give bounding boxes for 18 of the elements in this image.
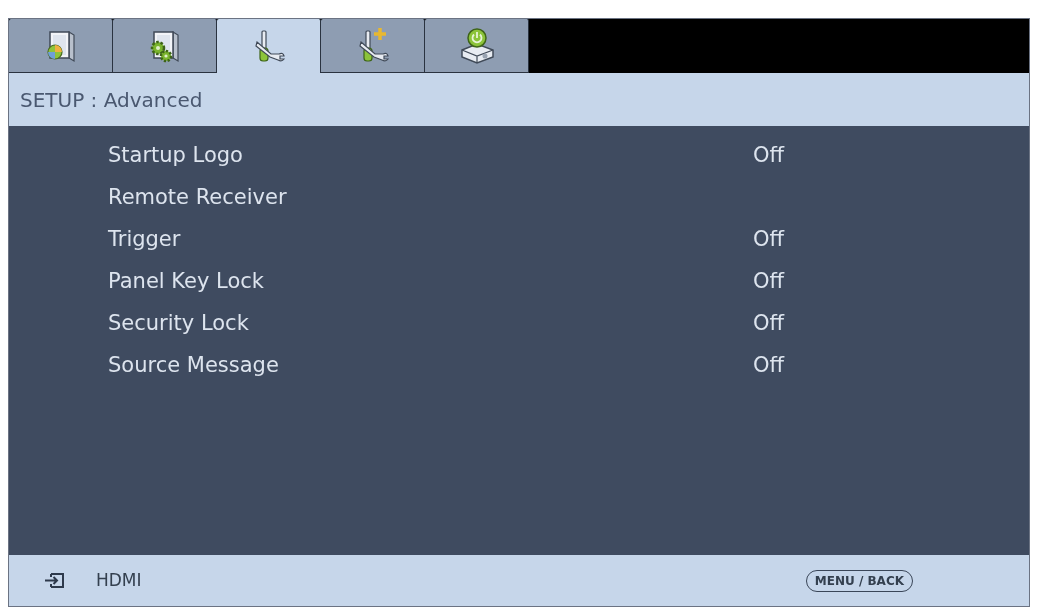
menu-tab[interactable]: [113, 19, 217, 73]
menu-title: SETUP : Advanced: [20, 86, 203, 114]
input-source-icon: [45, 573, 64, 588]
setting-label: Remote Receiver: [108, 184, 288, 212]
setting-value: Off: [753, 226, 784, 254]
setting-label: Trigger: [108, 226, 182, 254]
setting-label: Panel Key Lock: [108, 268, 265, 296]
setting-value: Off: [753, 142, 784, 170]
input-source-label: HDMI: [96, 568, 142, 592]
menu-tab[interactable]: [321, 19, 425, 73]
setting-value: Off: [753, 310, 784, 338]
setting-label: Source Message: [108, 352, 280, 380]
setting-value: Off: [753, 352, 784, 380]
menu-tab[interactable]: [9, 19, 113, 73]
setting-value: Off: [753, 268, 784, 296]
setting-label: Security Lock: [108, 310, 250, 338]
setting-label: Startup Logo: [108, 142, 244, 170]
menu-tab[interactable]: [425, 19, 529, 73]
